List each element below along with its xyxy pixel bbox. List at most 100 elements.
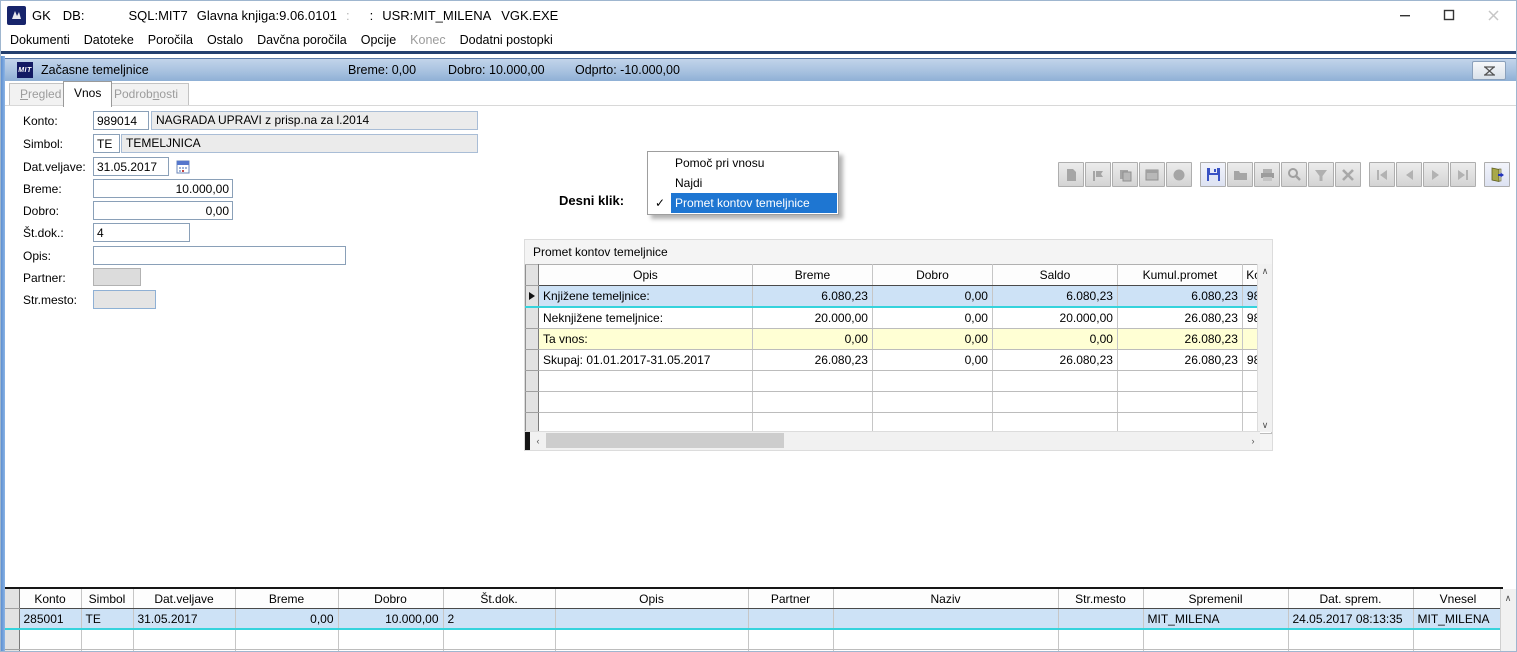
scroll-up-icon[interactable]: ∧ bbox=[1258, 264, 1272, 278]
breme-input[interactable] bbox=[93, 179, 233, 198]
temeljnica-row[interactable]: 285001 TE 31.05.2017 0,00 10.000,00 2 MI… bbox=[5, 608, 1504, 630]
nav-next-button bbox=[1423, 162, 1449, 187]
promet-row-empty[interactable] bbox=[525, 391, 1273, 413]
exit-button[interactable] bbox=[1484, 162, 1510, 187]
browse-button bbox=[1139, 162, 1165, 187]
promet-table: Opis Breme Dobro Saldo Kumul.promet Kon … bbox=[525, 264, 1273, 434]
new-record-button bbox=[1058, 162, 1084, 187]
bcol-naziv[interactable]: Naziv bbox=[833, 589, 1059, 609]
title-separator: : bbox=[369, 7, 374, 23]
nav-first-button bbox=[1369, 162, 1395, 187]
page-title: Začasne temeljnice bbox=[41, 63, 149, 77]
promet-header-row: Opis Breme Dobro Saldo Kumul.promet Kon bbox=[525, 264, 1273, 286]
col-saldo[interactable]: Saldo bbox=[992, 264, 1118, 286]
check-icon: ✓ bbox=[654, 196, 666, 210]
calendar-icon[interactable] bbox=[174, 157, 192, 175]
menu-ostalo[interactable]: Ostalo bbox=[200, 33, 250, 47]
document-close-button[interactable] bbox=[1472, 61, 1506, 80]
bcol-vnesel[interactable]: Vnesel bbox=[1413, 589, 1504, 609]
konto-input[interactable] bbox=[93, 111, 149, 130]
context-menu-item-promet[interactable]: ✓ Promet kontov temeljnice bbox=[649, 193, 837, 213]
str-mesto-label: Str.mesto: bbox=[23, 293, 78, 307]
application-window: GK DB: SQL:MIT7 Glavna knjiga:9.06.0101 … bbox=[0, 0, 1517, 652]
delete-button bbox=[1335, 162, 1361, 187]
open-folder-button bbox=[1227, 162, 1253, 187]
bcol-dobro[interactable]: Dobro bbox=[338, 589, 444, 609]
tab-vnos[interactable]: Vnos bbox=[63, 81, 113, 107]
bcol-partner[interactable]: Partner bbox=[748, 589, 834, 609]
scroll-thumb[interactable] bbox=[546, 433, 784, 448]
promet-horizontal-scrollbar[interactable]: ‹ › bbox=[525, 431, 1260, 450]
scroll-down-icon[interactable]: ∨ bbox=[1258, 418, 1272, 432]
menu-dodatni-postopki[interactable]: Dodatni postopki bbox=[453, 33, 560, 47]
simbol-input[interactable] bbox=[93, 134, 120, 153]
bcol-st-dok[interactable]: Št.dok. bbox=[443, 589, 556, 609]
promet-vertical-scrollbar[interactable]: ∧ ∨ bbox=[1257, 264, 1272, 432]
desni-klik-caption: Desni klik: bbox=[559, 193, 625, 208]
partner-field bbox=[93, 268, 141, 286]
bcol-konto[interactable]: Konto bbox=[19, 589, 82, 609]
promet-row-knjizene[interactable]: Knjižene temeljnice: 6.080,23 0,00 6.080… bbox=[525, 285, 1273, 308]
maximize-button[interactable] bbox=[1434, 4, 1464, 26]
document-header: MIT Začasne temeljnice Breme: 0,00 Dobro… bbox=[3, 58, 1516, 81]
bcol-breme[interactable]: Breme bbox=[235, 589, 339, 609]
opis-label: Opis: bbox=[23, 249, 52, 263]
title-sql-label: SQL:MIT7 bbox=[128, 7, 188, 23]
scroll-left-icon[interactable]: ‹ bbox=[531, 434, 545, 448]
title-version-label: Glavna knjiga:9.06.0101 bbox=[196, 7, 337, 23]
promet-row-skupaj[interactable]: Skupaj: 01.01.2017-31.05.2017 26.080,23 … bbox=[525, 349, 1273, 371]
col-dobro[interactable]: Dobro bbox=[872, 264, 993, 286]
context-menu-item-najdi[interactable]: Najdi bbox=[649, 173, 837, 193]
bcol-str-mesto[interactable]: Str.mesto bbox=[1058, 589, 1144, 609]
breme-label: Breme: bbox=[23, 182, 62, 196]
col-opis[interactable]: Opis bbox=[538, 264, 753, 286]
promet-row-ta-vnos[interactable]: Ta vnos: 0,00 0,00 0,00 26.080,23 bbox=[525, 328, 1273, 350]
bcol-simbol[interactable]: Simbol bbox=[81, 589, 134, 609]
close-button[interactable] bbox=[1478, 4, 1508, 26]
title-app-label: GK bbox=[32, 7, 51, 23]
bcol-spremenil[interactable]: Spremenil bbox=[1143, 589, 1289, 609]
partner-label: Partner: bbox=[23, 271, 66, 285]
context-menu-item-pomoc[interactable]: Pomoč pri vnosu bbox=[649, 153, 837, 173]
simbol-description: TEMELJNICA bbox=[121, 134, 478, 153]
header-breme-total: Breme: 0,00 bbox=[348, 63, 417, 77]
minimize-button[interactable] bbox=[1390, 4, 1420, 26]
col-breme[interactable]: Breme bbox=[752, 264, 873, 286]
simbol-label: Simbol: bbox=[23, 137, 64, 151]
title-exe-label: VGK.EXE bbox=[501, 7, 559, 23]
menu-separator bbox=[1, 51, 1516, 54]
window-controls bbox=[1390, 1, 1508, 29]
opis-input[interactable] bbox=[93, 246, 346, 265]
menu-opcije[interactable]: Opcije bbox=[354, 33, 403, 47]
scroll-up-icon[interactable]: ∧ bbox=[1501, 591, 1515, 605]
header-dobro-total: Dobro: 10.000,00 bbox=[448, 63, 545, 77]
menu-porocila[interactable]: Poročila bbox=[141, 33, 200, 47]
bcol-dat-veljave[interactable]: Dat.veljave bbox=[133, 589, 236, 609]
title-user-label: USR:MIT_MILENA bbox=[382, 7, 492, 23]
temeljnice-vertical-scrollbar[interactable]: ∧ bbox=[1500, 589, 1516, 651]
grid-corner bbox=[525, 432, 530, 450]
st-dok-input[interactable] bbox=[93, 223, 190, 242]
dat-veljave-input[interactable] bbox=[93, 157, 169, 176]
mit-icon: MIT bbox=[17, 62, 33, 78]
context-menu: Pomoč pri vnosu Najdi ✓ Promet kontov te… bbox=[647, 151, 839, 215]
promet-row-neknjizene[interactable]: Neknjižene temeljnice: 20.000,00 0,00 20… bbox=[525, 307, 1273, 329]
menu-datoteke[interactable]: Datoteke bbox=[77, 33, 141, 47]
save-button[interactable] bbox=[1200, 162, 1226, 187]
bcol-opis[interactable]: Opis bbox=[555, 589, 749, 609]
dobro-input[interactable] bbox=[93, 201, 233, 220]
str-mesto-field bbox=[93, 290, 156, 309]
header-odprto-total: Odprto: -10.000,00 bbox=[575, 63, 680, 77]
promet-row-empty[interactable] bbox=[525, 370, 1273, 392]
menu-davcna-porocila[interactable]: Davčna poročila bbox=[250, 33, 354, 47]
menu-dokumenti[interactable]: Dokumenti bbox=[3, 33, 77, 47]
scroll-right-icon[interactable]: › bbox=[1246, 434, 1260, 448]
temeljnice-header-row: Konto Simbol Dat.veljave Breme Dobro Št.… bbox=[5, 589, 1504, 609]
col-kumul[interactable]: Kumul.promet bbox=[1117, 264, 1243, 286]
nav-prev-button bbox=[1396, 162, 1422, 187]
temeljnica-row-empty[interactable] bbox=[5, 629, 1504, 650]
tab-bar: Pregled Vnos Podrobnosti bbox=[1, 81, 1516, 187]
bcol-dat-sprem[interactable]: Dat. sprem. bbox=[1288, 589, 1414, 609]
record-circle-button bbox=[1166, 162, 1192, 187]
selected-row-marker-icon bbox=[529, 292, 535, 300]
